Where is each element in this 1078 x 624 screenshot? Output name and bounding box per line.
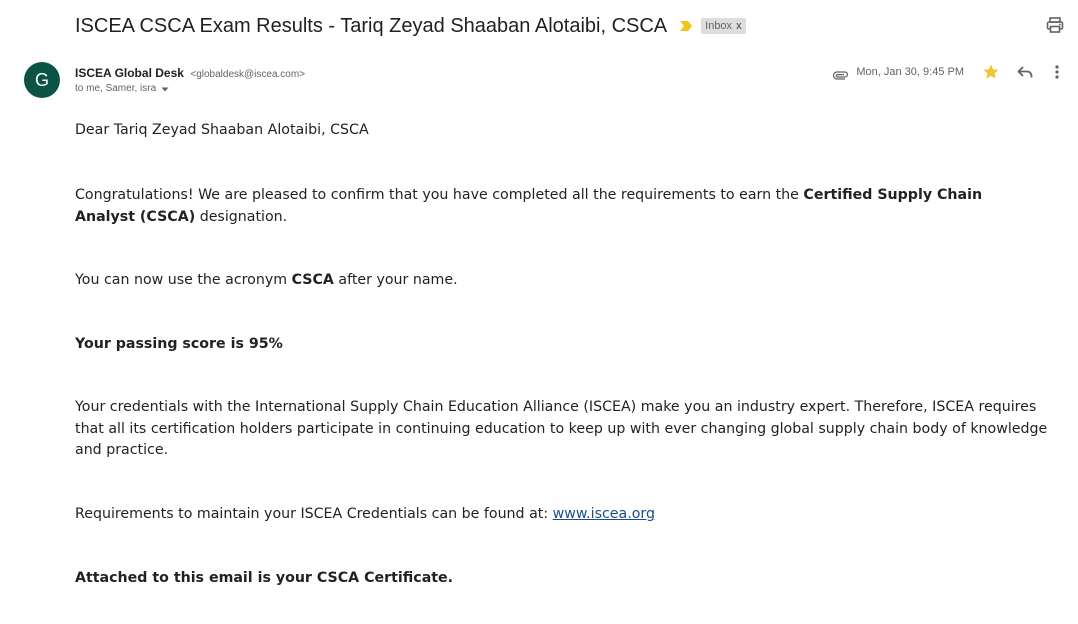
remove-label-button[interactable]: x — [736, 20, 742, 32]
message-meta: Mon, Jan 30, 9:45 PM — [833, 62, 1064, 82]
sender-avatar[interactable]: G — [24, 62, 60, 98]
congrats-text-start: Congratulations! We are pleased to confi… — [75, 187, 804, 203]
caret-down-icon[interactable] — [161, 85, 169, 93]
avatar-letter: G — [34, 69, 49, 90]
paperclip-icon — [833, 66, 849, 80]
recipients-line: to me, Samer, isra — [75, 83, 169, 94]
acronym-paragraph: You can now use the acronym CSCA after y… — [75, 270, 458, 292]
important-marker-icon[interactable] — [679, 19, 693, 33]
credentials-paragraph: Your credentials with the International … — [75, 399, 1048, 458]
attachment-note-paragraph: Attached to this email is your CSCA Cert… — [75, 570, 454, 586]
score-paragraph: Your passing score is 95% — [75, 336, 283, 352]
iscea-website-link[interactable]: www.iscea.org — [553, 506, 655, 522]
sender-email: <globaldesk@iscea.com> — [190, 69, 306, 80]
email-subject: ISCEA CSCA Exam Results - Tariq Zeyad Sh… — [75, 14, 668, 37]
email-subject-row: ISCEA CSCA Exam Results - Tariq Zeyad Sh… — [75, 12, 746, 40]
reply-icon[interactable] — [1016, 63, 1034, 81]
recipients-text: to me, Samer, isra — [75, 83, 157, 94]
congrats-text-end: designation. — [195, 208, 288, 225]
acronym-text-start: You can now use the acronym — [75, 272, 292, 288]
message-date: Mon, Jan 30, 9:45 PM — [856, 66, 964, 78]
inbox-label-chip[interactable]: Inbox x — [701, 18, 746, 34]
sender-line: ISCEA Global Desk <globaldesk@iscea.com> — [75, 64, 305, 82]
print-icon[interactable] — [1046, 16, 1064, 34]
greeting-paragraph: Dear Tariq Zeyad Shaaban Alotaibi, CSCA — [75, 122, 369, 138]
sender-name[interactable]: ISCEA Global Desk — [75, 66, 184, 80]
requirements-paragraph: Requirements to maintain your ISCEA Cred… — [75, 504, 655, 526]
acronym-text-end: after your name. — [333, 272, 458, 288]
acronym-bold: CSCA — [291, 272, 334, 288]
more-vert-icon[interactable] — [1050, 63, 1064, 81]
requirements-text: Requirements to maintain your ISCEA Cred… — [75, 506, 553, 522]
star-icon[interactable] — [982, 63, 1000, 81]
inbox-label-text: Inbox — [705, 20, 733, 32]
congratulations-paragraph: Congratulations! We are pleased to confi… — [75, 185, 1045, 228]
